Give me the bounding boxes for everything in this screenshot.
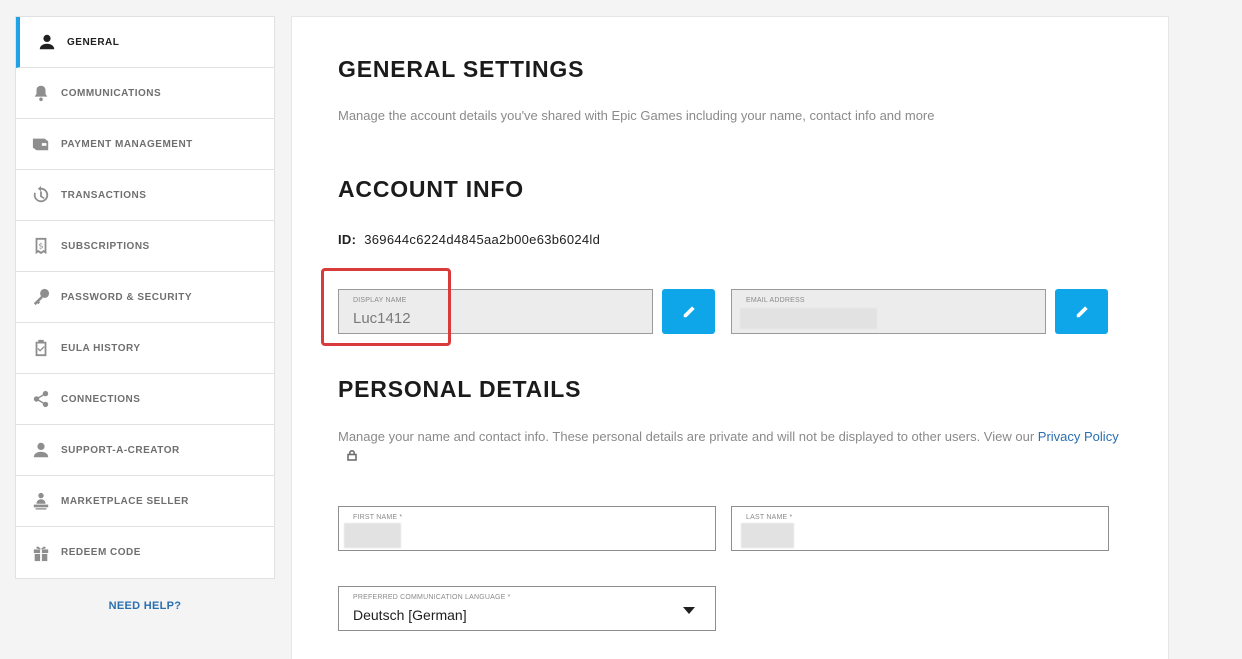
sidebar: GENERAL COMMUNICATIONS PAYMENT MANAGEMEN… bbox=[15, 16, 275, 579]
display-name-label: DISPLAY NAME bbox=[353, 297, 407, 304]
account-id-label: ID: bbox=[338, 232, 357, 247]
language-select[interactable]: PREFERRED COMMUNICATION LANGUAGE * Deuts… bbox=[338, 586, 716, 631]
page-title: GENERAL SETTINGS bbox=[338, 56, 585, 82]
seller-desk-icon bbox=[31, 491, 51, 511]
edit-display-name-button[interactable] bbox=[662, 289, 715, 334]
display-name-value: Luc1412 bbox=[353, 310, 411, 327]
pencil-icon bbox=[1075, 305, 1089, 319]
sidebar-item-label: MARKETPLACE SELLER bbox=[61, 495, 189, 507]
share-icon bbox=[31, 389, 51, 409]
sidebar-item-label: COMMUNICATIONS bbox=[61, 87, 162, 99]
sidebar-item-subscriptions[interactable]: $ SUBSCRIPTIONS bbox=[16, 221, 274, 272]
sidebar-item-label: GENERAL bbox=[67, 36, 120, 48]
lock-icon bbox=[346, 447, 358, 461]
person-icon bbox=[31, 440, 51, 460]
display-name-field[interactable]: DISPLAY NAME Luc1412 bbox=[338, 289, 653, 334]
language-label: PREFERRED COMMUNICATION LANGUAGE * bbox=[353, 594, 511, 601]
sidebar-item-label: CONNECTIONS bbox=[61, 393, 141, 405]
personal-details-description: Manage your name and contact info. These… bbox=[338, 427, 1138, 465]
wallet-icon bbox=[31, 134, 51, 154]
sidebar-item-label: TRANSACTIONS bbox=[61, 189, 147, 201]
sidebar-item-communications[interactable]: COMMUNICATIONS bbox=[16, 68, 274, 119]
first-name-label: FIRST NAME * bbox=[353, 514, 403, 521]
key-icon bbox=[31, 287, 51, 307]
main-panel: GENERAL SETTINGS Manage the account deta… bbox=[291, 16, 1169, 659]
svg-text:$: $ bbox=[38, 241, 43, 251]
sidebar-item-transactions[interactable]: TRANSACTIONS bbox=[16, 170, 274, 221]
sidebar-item-password-security[interactable]: PASSWORD & SECURITY bbox=[16, 272, 274, 323]
last-name-field[interactable]: LAST NAME * bbox=[731, 506, 1109, 551]
last-name-label: LAST NAME * bbox=[746, 514, 793, 521]
redacted-last-name bbox=[741, 523, 794, 548]
clipboard-check-icon bbox=[31, 338, 51, 358]
edit-email-button[interactable] bbox=[1055, 289, 1108, 334]
email-address-label: EMAIL ADDRESS bbox=[746, 297, 805, 304]
need-help-link[interactable]: NEED HELP? bbox=[15, 600, 275, 612]
sidebar-item-label: REDEEM CODE bbox=[61, 547, 141, 558]
person-icon bbox=[37, 32, 57, 52]
email-address-field[interactable]: EMAIL ADDRESS bbox=[731, 289, 1046, 334]
sidebar-item-label: SUBSCRIPTIONS bbox=[61, 240, 150, 252]
personal-details-text: Manage your name and contact info. These… bbox=[338, 429, 1035, 444]
account-id-value: 369644c6224d4845aa2b00e63b6024ld bbox=[364, 232, 601, 247]
sidebar-item-eula-history[interactable]: EULA HISTORY bbox=[16, 323, 274, 374]
redacted-email bbox=[740, 308, 877, 329]
receipt-dollar-icon: $ bbox=[31, 236, 51, 256]
sidebar-item-label: PASSWORD & SECURITY bbox=[61, 291, 192, 303]
sidebar-item-label: PAYMENT MANAGEMENT bbox=[61, 138, 193, 150]
sidebar-item-general[interactable]: GENERAL bbox=[16, 17, 274, 68]
bell-icon bbox=[31, 83, 51, 103]
sidebar-item-support-a-creator[interactable]: SUPPORT-A-CREATOR bbox=[16, 425, 274, 476]
general-description: Manage the account details you've shared… bbox=[338, 108, 935, 123]
sidebar-item-label: SUPPORT-A-CREATOR bbox=[61, 444, 180, 456]
pencil-icon bbox=[682, 305, 696, 319]
redacted-first-name bbox=[344, 523, 401, 548]
account-id-row: ID: 369644c6224d4845aa2b00e63b6024ld bbox=[338, 232, 600, 247]
sidebar-item-marketplace-seller[interactable]: MARKETPLACE SELLER bbox=[16, 476, 274, 527]
first-name-field[interactable]: FIRST NAME * bbox=[338, 506, 716, 551]
history-icon bbox=[31, 185, 51, 205]
personal-details-title: PERSONAL DETAILS bbox=[338, 376, 582, 402]
account-info-title: ACCOUNT INFO bbox=[338, 176, 524, 202]
language-value: Deutsch [German] bbox=[353, 607, 467, 623]
privacy-policy-link[interactable]: Privacy Policy bbox=[1038, 429, 1119, 444]
caret-down-icon bbox=[683, 607, 695, 614]
gift-icon bbox=[31, 543, 51, 563]
sidebar-item-label: EULA HISTORY bbox=[61, 342, 141, 354]
sidebar-item-payment-management[interactable]: PAYMENT MANAGEMENT bbox=[16, 119, 274, 170]
sidebar-item-redeem-code[interactable]: REDEEM CODE bbox=[16, 527, 274, 578]
sidebar-item-connections[interactable]: CONNECTIONS bbox=[16, 374, 274, 425]
